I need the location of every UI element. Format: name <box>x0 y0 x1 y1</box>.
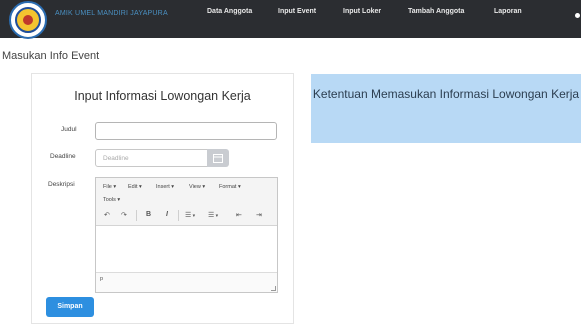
nav-item-data-anggota[interactable]: Data Anggota <box>207 8 252 15</box>
judul-label: Judul <box>61 126 77 133</box>
rules-title: Ketentuan Memasukan Informasi Lowongan K… <box>312 87 580 101</box>
toolbar-separator <box>178 210 179 221</box>
save-button[interactable]: Simpan <box>46 297 94 317</box>
nav-item-input-loker[interactable]: Input Loker <box>343 8 381 15</box>
bold-icon[interactable]: B <box>146 211 151 218</box>
editor-path: p <box>100 276 104 282</box>
numbered-list-icon[interactable]: ☰ ▾ <box>208 211 218 219</box>
judul-input[interactable] <box>95 122 277 140</box>
logo-ring <box>15 7 41 33</box>
editor-menu-tools[interactable]: Tools ▾ <box>103 197 120 203</box>
undo-icon[interactable]: ↶ <box>104 211 110 219</box>
redo-icon[interactable]: ↷ <box>121 211 127 219</box>
brand-name[interactable]: AMIK UMEL MANDIRI JAYAPURA <box>55 10 168 17</box>
resize-handle-icon[interactable] <box>271 286 276 291</box>
editor-menu-view[interactable]: View ▾ <box>189 184 205 190</box>
editor-menu-file[interactable]: File ▾ <box>103 184 116 190</box>
calendar-icon <box>213 154 223 163</box>
editor-menu-edit[interactable]: Edit ▾ <box>128 184 142 190</box>
toolbar-separator <box>136 210 137 221</box>
deadline-label: Deadline <box>50 153 76 160</box>
editor-menu-insert[interactable]: Insert ▾ <box>156 184 174 190</box>
italic-icon[interactable]: I <box>166 211 168 218</box>
editor-statusbar <box>96 272 277 292</box>
page-title: Masukan Info Event <box>2 50 100 62</box>
indent-icon[interactable]: ⇥ <box>256 211 262 219</box>
nav-item-tambah-anggota[interactable]: Tambah Anggota <box>408 8 464 15</box>
outdent-icon[interactable]: ⇤ <box>236 211 242 219</box>
editor-menu-format[interactable]: Format ▾ <box>219 184 241 190</box>
deadline-input[interactable]: Deadline <box>95 149 208 167</box>
logo-core <box>23 15 33 25</box>
form-title: Input Informasi Lowongan Kerja <box>74 89 251 103</box>
user-menu-icon[interactable] <box>575 13 580 18</box>
bullet-list-icon[interactable]: ☰ ▾ <box>185 211 195 219</box>
deskripsi-label: Deskripsi <box>48 181 75 188</box>
top-navbar <box>0 0 581 38</box>
calendar-button[interactable] <box>207 149 229 167</box>
brand-logo-icon[interactable] <box>9 1 47 39</box>
nav-item-laporan[interactable]: Laporan <box>494 8 522 15</box>
nav-item-input-event[interactable]: Input Event <box>278 8 316 15</box>
deadline-placeholder: Deadline <box>103 155 129 162</box>
rules-panel <box>311 74 581 143</box>
